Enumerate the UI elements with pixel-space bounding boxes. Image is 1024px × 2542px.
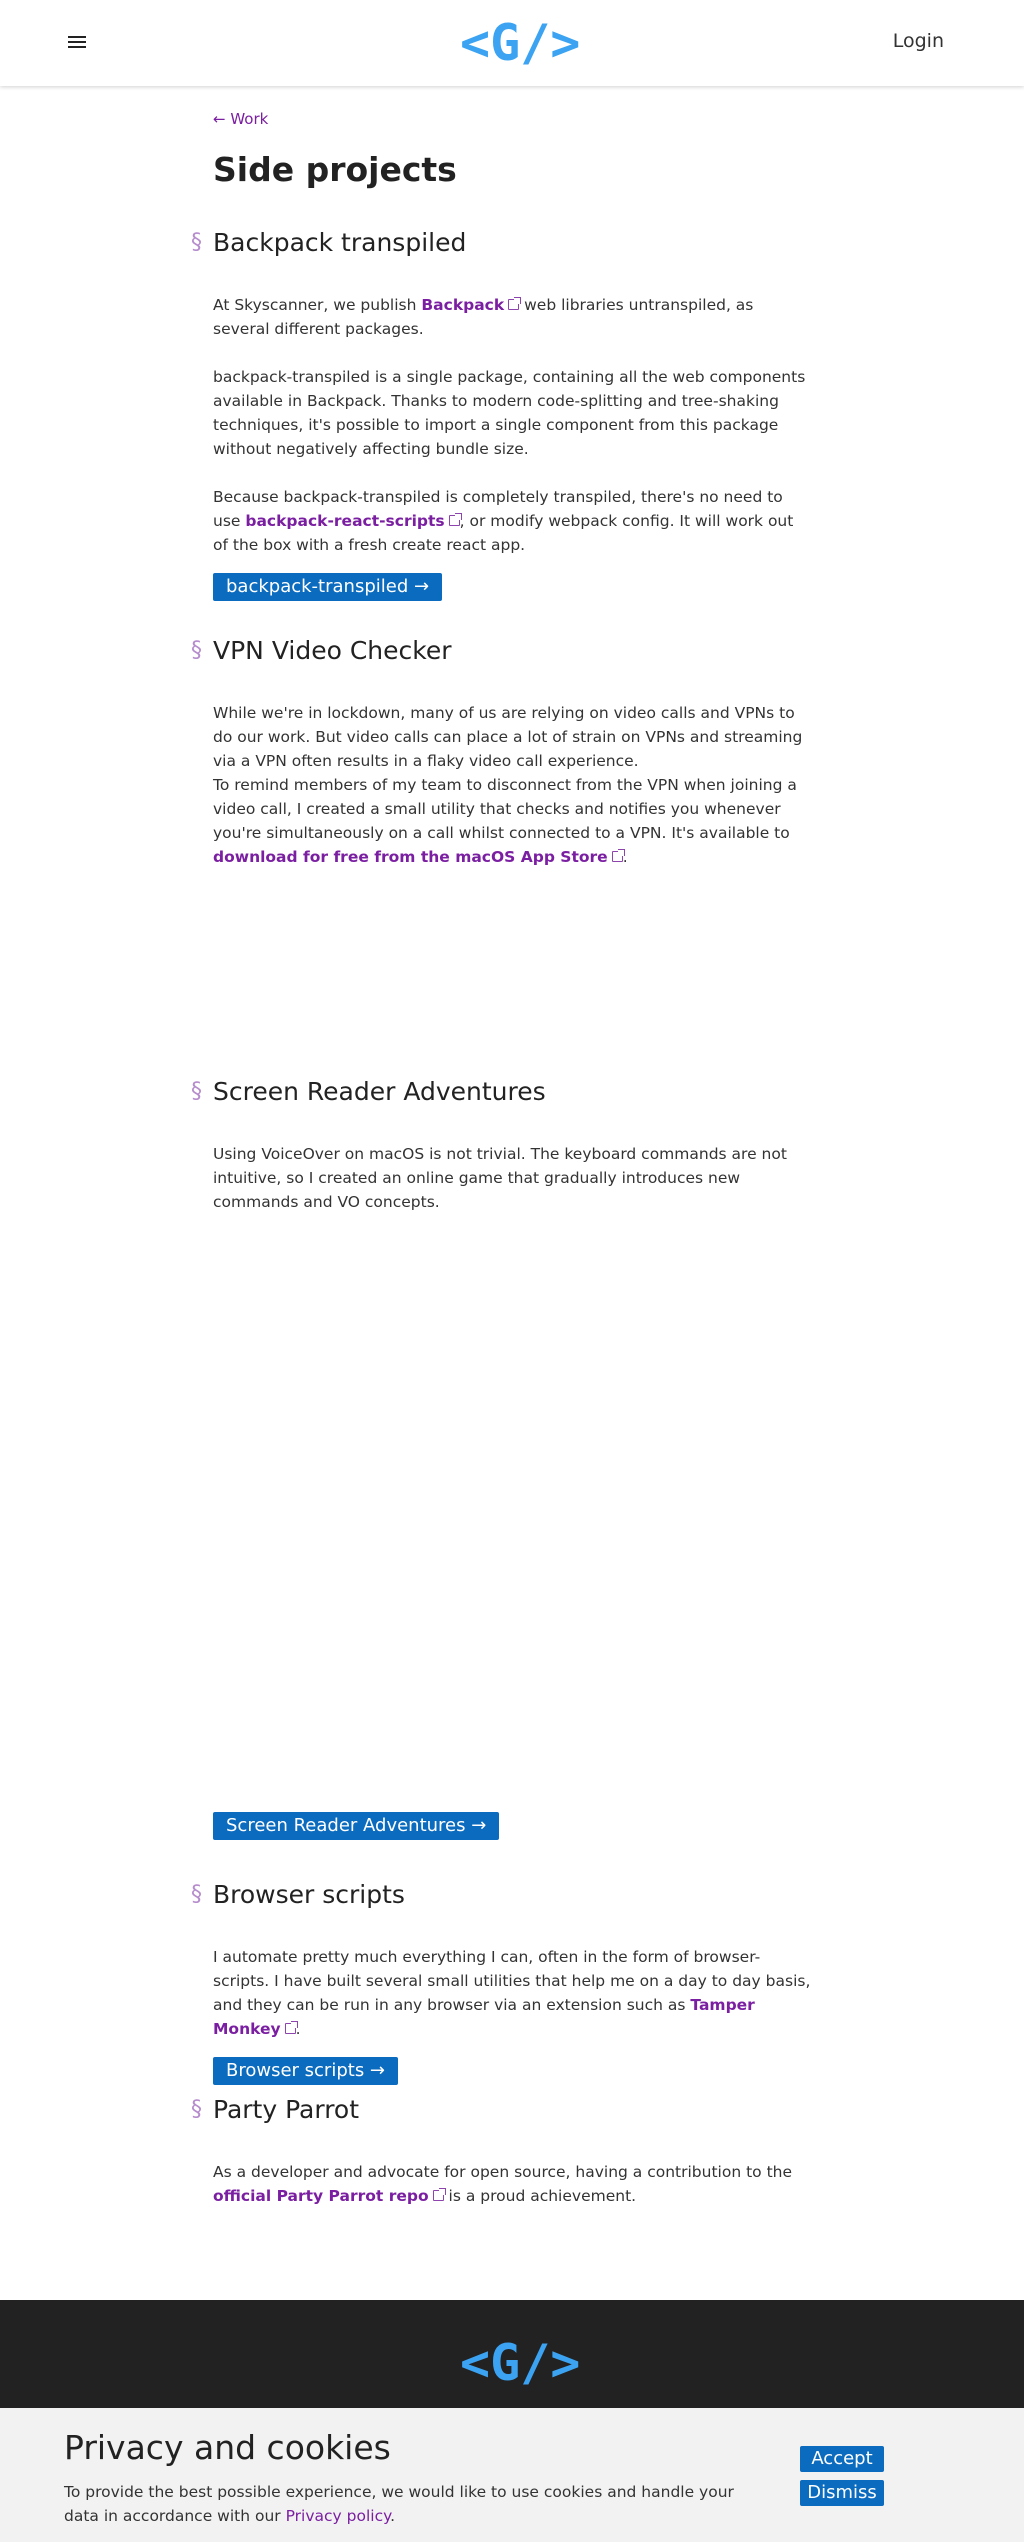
text: At Skyscanner, we publish [213, 296, 422, 314]
external-link-icon [284, 2021, 298, 2034]
hamburger-menu-icon[interactable] [68, 36, 86, 50]
dismiss-cookies-button[interactable]: Dismiss [800, 2480, 884, 2506]
paragraph: To remind members of my team to disconne… [213, 773, 813, 869]
paragraph: Because backpack-transpiled is completel… [213, 485, 813, 557]
section-vpn-video-checker: § VPN Video Checker While we're in lockd… [191, 636, 813, 869]
section-title: VPN Video Checker [213, 636, 452, 665]
app-store-link[interactable]: download for free from the macOS App Sto… [213, 848, 625, 866]
backpack-react-scripts-link[interactable]: backpack-react-scripts [245, 512, 462, 530]
party-parrot-repo-link[interactable]: official Party Parrot repo [213, 2187, 446, 2205]
external-link-icon [448, 513, 462, 526]
link-label: backpack-react-scripts [245, 512, 445, 530]
screen-reader-adventures-cta: Screen Reader Adventures → [213, 1812, 813, 1840]
section-browser-scripts: § Browser scripts I automate pretty much… [191, 1880, 813, 2085]
backpack-transpiled-button[interactable]: backpack-transpiled → [213, 573, 443, 601]
link-label: official Party Parrot repo [213, 2187, 429, 2205]
section-title: Screen Reader Adventures [213, 1077, 546, 1106]
back-to-work-link[interactable]: ← Work [213, 110, 268, 128]
section-party-parrot: § Party Parrot As a developer and advoca… [191, 2095, 813, 2208]
text: . [390, 2507, 395, 2525]
section-title: Browser scripts [213, 1880, 405, 1909]
section-screen-reader-adventures: § Screen Reader Adventures Using VoiceOv… [191, 1077, 813, 1214]
text: To remind members of my team to disconne… [213, 776, 797, 842]
footer-logo[interactable]: <G/> [460, 2334, 580, 2392]
cookie-banner: Privacy and cookies To provide the best … [0, 2408, 1024, 2542]
backpack-link[interactable]: Backpack [421, 296, 522, 314]
privacy-policy-link[interactable]: Privacy policy [286, 2507, 390, 2525]
section-title: Backpack transpiled [213, 228, 467, 257]
site-logo[interactable]: <G/> [460, 12, 580, 74]
page-title: Side projects [213, 150, 457, 189]
external-link-icon [432, 2188, 446, 2201]
text: As a developer and advocate for open sou… [213, 2163, 793, 2181]
text: To provide the best possible experience,… [64, 2483, 734, 2525]
link-label: download for free from the macOS App Sto… [213, 848, 608, 866]
link-label: Backpack [421, 296, 505, 314]
cookie-title: Privacy and cookies [64, 2428, 391, 2467]
section-anchor-icon[interactable]: § [191, 1079, 202, 1104]
section-title: Party Parrot [213, 2095, 360, 2124]
paragraph: As a developer and advocate for open sou… [213, 2160, 813, 2208]
paragraph: Using VoiceOver on macOS is not trivial.… [213, 1145, 787, 1211]
accept-cookies-button[interactable]: Accept [800, 2446, 884, 2472]
external-link-icon [508, 297, 522, 310]
paragraph: At Skyscanner, we publish Backpack web l… [213, 293, 813, 341]
section-anchor-icon[interactable]: § [191, 1882, 202, 1907]
login-link[interactable]: Login [893, 30, 944, 52]
section-backpack-transpiled: § Backpack transpiled At Skyscanner, we … [191, 228, 813, 601]
section-anchor-icon[interactable]: § [191, 638, 202, 663]
browser-scripts-button[interactable]: Browser scripts → [213, 2057, 399, 2085]
paragraph: While we're in lockdown, many of us are … [213, 704, 803, 770]
screen-reader-adventures-button[interactable]: Screen Reader Adventures → [213, 1812, 500, 1840]
paragraph: backpack-transpiled is a single package,… [213, 368, 806, 458]
paragraph: I automate pretty much everything I can,… [213, 1945, 813, 2041]
section-anchor-icon[interactable]: § [191, 2097, 202, 2122]
site-header: <G/> Login [0, 0, 1024, 86]
text: is a proud achievement. [443, 2187, 637, 2205]
external-link-icon [611, 849, 625, 862]
section-anchor-icon[interactable]: § [191, 230, 202, 255]
cookie-text: To provide the best possible experience,… [64, 2480, 754, 2528]
